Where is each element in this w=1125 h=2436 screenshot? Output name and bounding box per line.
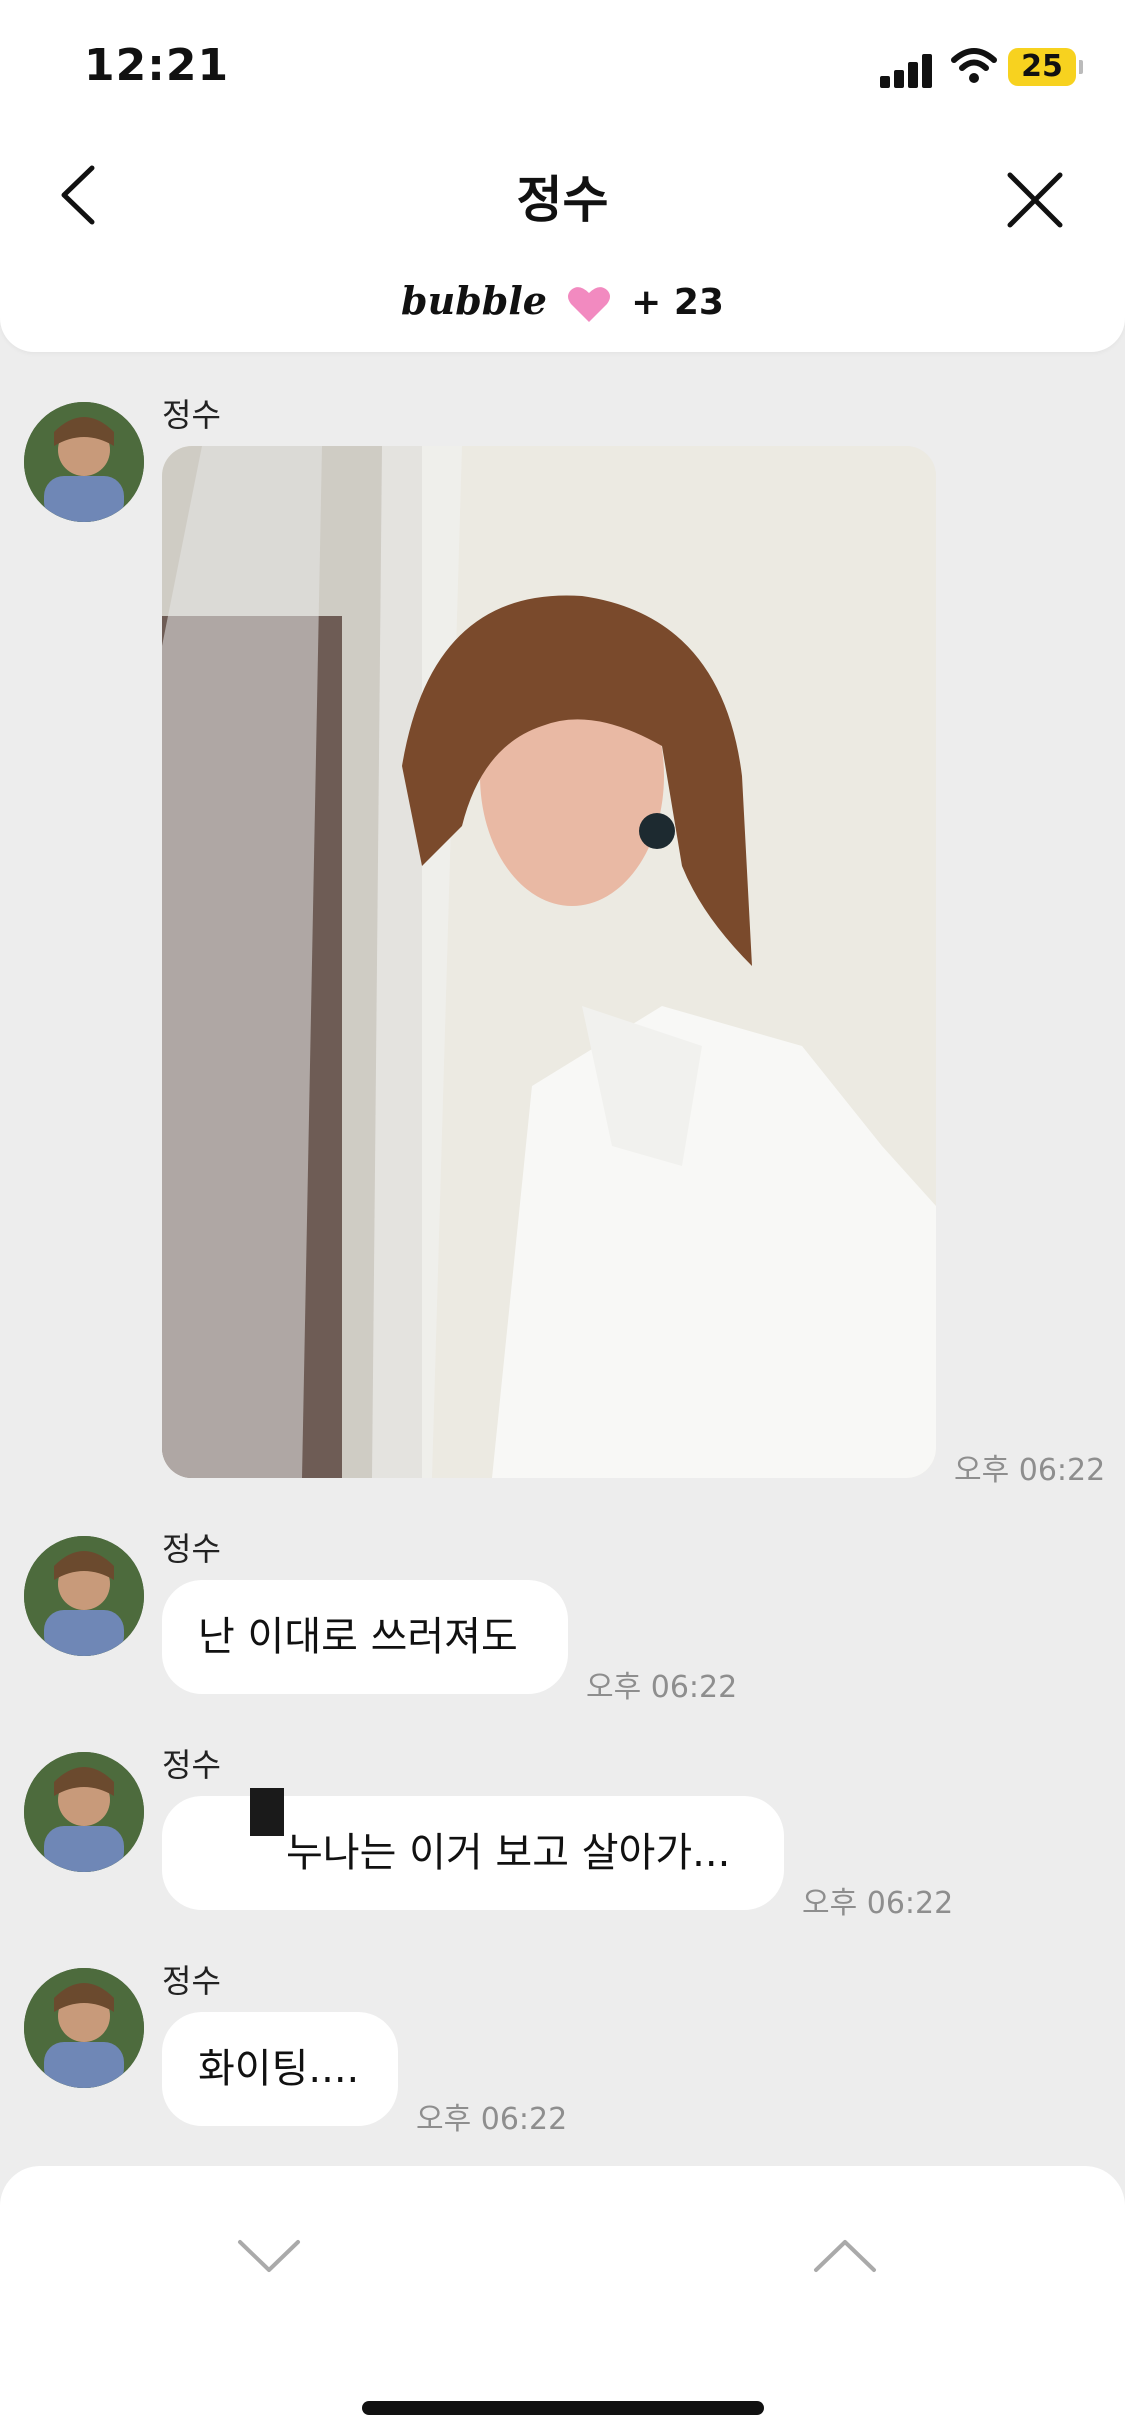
battery-indicator: 25 <box>1008 48 1083 86</box>
sender-name: 정수 <box>162 396 221 434</box>
message-time: 오후 06:22 <box>954 1453 1106 1488</box>
message-time: 오후 06:22 <box>416 2102 568 2137</box>
cellular-signal-icon <box>880 52 936 88</box>
redaction-mark <box>250 1788 284 1836</box>
message-time: 오후 06:22 <box>802 1886 954 1921</box>
chat-title: 정수 <box>516 171 609 229</box>
avatar[interactable] <box>24 1536 144 1656</box>
close-button[interactable] <box>1000 165 1070 235</box>
bubble-info: bubble + 23 <box>0 278 1125 324</box>
scroll-down-button[interactable] <box>236 2236 302 2276</box>
heart-icon <box>568 286 611 322</box>
bubble-logo: bubble <box>401 278 547 323</box>
scroll-up-button[interactable] <box>812 2236 878 2276</box>
sender-name: 정수 <box>162 1530 221 1568</box>
text-message[interactable]: 화이팅.... <box>162 2012 398 2126</box>
text-message[interactable]: 난 이대로 쓰러져도 <box>162 1580 568 1694</box>
avatar[interactable] <box>24 1968 144 2088</box>
chat-header: 12:21 25 정수 bubble + 23 <box>0 0 1125 352</box>
wifi-icon <box>951 48 997 83</box>
photo-message[interactable] <box>162 446 936 1478</box>
avatar[interactable] <box>24 1752 144 1872</box>
message-time: 오후 06:22 <box>586 1670 738 1705</box>
avatar[interactable] <box>24 402 144 522</box>
sender-name: 정수 <box>162 1962 221 2000</box>
sender-name: 정수 <box>162 1746 221 1784</box>
bubble-count: + 23 <box>631 282 724 323</box>
status-time: 12:21 <box>84 40 230 91</box>
home-indicator[interactable] <box>362 2401 764 2415</box>
bottom-bar <box>0 2166 1125 2436</box>
